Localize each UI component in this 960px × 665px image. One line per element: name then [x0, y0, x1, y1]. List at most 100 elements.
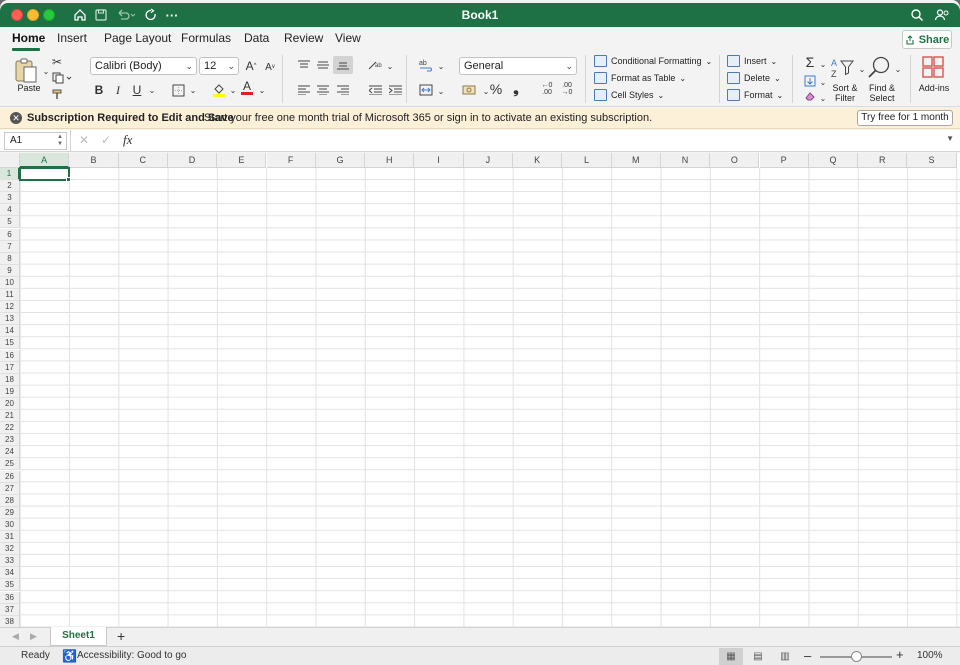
- select-all-corner[interactable]: [0, 153, 20, 168]
- row-header[interactable]: 1: [0, 168, 20, 181]
- column-header[interactable]: D: [167, 153, 218, 168]
- column-header[interactable]: S: [907, 153, 957, 168]
- row-header[interactable]: 33: [0, 555, 20, 568]
- align-top-icon[interactable]: [295, 57, 313, 73]
- column-header[interactable]: Q: [808, 153, 859, 168]
- orientation-dropdown-icon[interactable]: ⌄: [381, 58, 399, 74]
- cancel-entry-icon[interactable]: ✕: [79, 133, 89, 147]
- row-header[interactable]: 16: [0, 349, 20, 362]
- column-header[interactable]: I: [414, 153, 464, 168]
- row-header[interactable]: 37: [0, 603, 20, 616]
- percent-icon[interactable]: %: [487, 81, 505, 97]
- column-header[interactable]: F: [266, 153, 316, 168]
- next-sheet-icon[interactable]: ▶: [30, 631, 37, 642]
- row-header[interactable]: 34: [0, 567, 20, 580]
- row-header[interactable]: 6: [0, 228, 20, 241]
- format-as-table-button[interactable]: Format as Table ⌄: [594, 70, 686, 86]
- row-header[interactable]: 13: [0, 313, 20, 326]
- font-size-select[interactable]: 12 ⌄: [199, 57, 239, 75]
- cell-area[interactable]: [20, 168, 960, 627]
- row-header[interactable]: 29: [0, 506, 20, 519]
- save-icon[interactable]: [93, 7, 109, 23]
- prev-sheet-icon[interactable]: ◀: [12, 631, 19, 642]
- row-header[interactable]: 32: [0, 543, 20, 556]
- column-header[interactable]: A: [20, 153, 70, 168]
- conditional-formatting-button[interactable]: Conditional Formatting ⌄: [594, 53, 712, 69]
- wrap-text-dropdown-icon[interactable]: ⌄: [432, 58, 450, 74]
- row-header[interactable]: 12: [0, 301, 20, 314]
- delete-cells-button[interactable]: Delete ⌄: [727, 70, 781, 86]
- borders-dropdown-icon[interactable]: ⌄: [184, 82, 202, 98]
- share-button[interactable]: Share: [902, 30, 952, 49]
- column-header[interactable]: E: [217, 153, 267, 168]
- tab-review[interactable]: Review: [284, 31, 323, 45]
- column-header[interactable]: C: [118, 153, 168, 168]
- insert-function-icon[interactable]: fx: [123, 132, 132, 148]
- row-header[interactable]: 7: [0, 240, 20, 253]
- decrease-indent-icon[interactable]: [366, 82, 384, 98]
- sheet-tab-sheet1[interactable]: Sheet1: [50, 627, 107, 646]
- row-header[interactable]: 8: [0, 252, 20, 265]
- addins-icon[interactable]: [921, 55, 945, 79]
- row-header[interactable]: 3: [0, 192, 20, 205]
- account-icon[interactable]: [934, 7, 950, 23]
- format-painter-icon[interactable]: [48, 86, 66, 102]
- row-header[interactable]: 11: [0, 289, 20, 302]
- row-header[interactable]: 31: [0, 531, 20, 544]
- formula-input[interactable]: [143, 134, 943, 148]
- column-header[interactable]: H: [365, 153, 415, 168]
- find-select-dropdown-icon[interactable]: ⌄: [889, 61, 907, 77]
- column-header[interactable]: G: [315, 153, 366, 168]
- zoom-out-icon[interactable]: –: [804, 648, 811, 663]
- row-header[interactable]: 10: [0, 276, 20, 289]
- row-header[interactable]: 38: [0, 615, 20, 627]
- row-header[interactable]: 36: [0, 591, 20, 604]
- row-header[interactable]: 30: [0, 518, 20, 531]
- try-free-button[interactable]: Try free for 1 month: [857, 110, 953, 126]
- column-header[interactable]: K: [513, 153, 563, 168]
- confirm-entry-icon[interactable]: ✓: [101, 133, 111, 147]
- column-header[interactable]: P: [759, 153, 809, 168]
- tab-data[interactable]: Data: [244, 31, 269, 45]
- row-header[interactable]: 2: [0, 180, 20, 193]
- row-header[interactable]: 26: [0, 470, 20, 483]
- align-center-icon[interactable]: [314, 82, 332, 98]
- column-header[interactable]: J: [463, 153, 513, 168]
- zoom-slider-thumb[interactable]: [851, 651, 862, 662]
- row-header[interactable]: 25: [0, 458, 20, 471]
- tab-home[interactable]: Home: [12, 31, 45, 45]
- increase-font-size-icon[interactable]: A ^: [242, 58, 260, 74]
- page-layout-view-icon[interactable]: ▤: [746, 648, 770, 665]
- underline-dropdown-icon[interactable]: ⌄: [143, 82, 161, 98]
- search-icon[interactable]: [909, 7, 925, 23]
- row-header[interactable]: 20: [0, 397, 20, 410]
- row-header[interactable]: 21: [0, 410, 20, 423]
- expand-formula-bar-icon[interactable]: ▼: [946, 134, 954, 143]
- row-header[interactable]: 22: [0, 422, 20, 435]
- close-window-button[interactable]: [11, 9, 23, 21]
- row-header[interactable]: 24: [0, 446, 20, 459]
- tab-page-layout[interactable]: Page Layout: [104, 31, 171, 45]
- comma-style-icon[interactable]: ❟: [507, 80, 525, 96]
- row-header[interactable]: 4: [0, 204, 20, 217]
- home-icon[interactable]: [72, 7, 88, 23]
- tab-insert[interactable]: Insert: [57, 31, 87, 45]
- minimize-window-button[interactable]: [27, 9, 39, 21]
- copy-icon[interactable]: [50, 70, 74, 86]
- align-bottom-icon[interactable]: [333, 56, 353, 74]
- row-header[interactable]: 23: [0, 434, 20, 447]
- column-header[interactable]: M: [611, 153, 661, 168]
- tab-view[interactable]: View: [335, 31, 361, 45]
- row-header[interactable]: 28: [0, 494, 20, 507]
- format-cells-button[interactable]: Format ⌄: [727, 87, 783, 103]
- row-header[interactable]: 17: [0, 361, 20, 374]
- font-color-dropdown-icon[interactable]: ⌄: [253, 82, 271, 98]
- number-format-select[interactable]: General ⌄: [459, 57, 577, 75]
- row-header[interactable]: 15: [0, 337, 20, 350]
- row-header[interactable]: 35: [0, 579, 20, 592]
- zoom-slider[interactable]: [820, 651, 892, 662]
- cell-styles-button[interactable]: Cell Styles ⌄: [594, 87, 664, 103]
- name-box-stepper-icon[interactable]: ▲ ▼: [57, 134, 63, 148]
- spreadsheet-grid[interactable]: ABCDEFGHIJKLMNOPQRS 1 2 3 4 5 6 7 8 9 10 11 12 13 14 1…: [0, 153, 960, 627]
- align-left-icon[interactable]: [295, 82, 313, 98]
